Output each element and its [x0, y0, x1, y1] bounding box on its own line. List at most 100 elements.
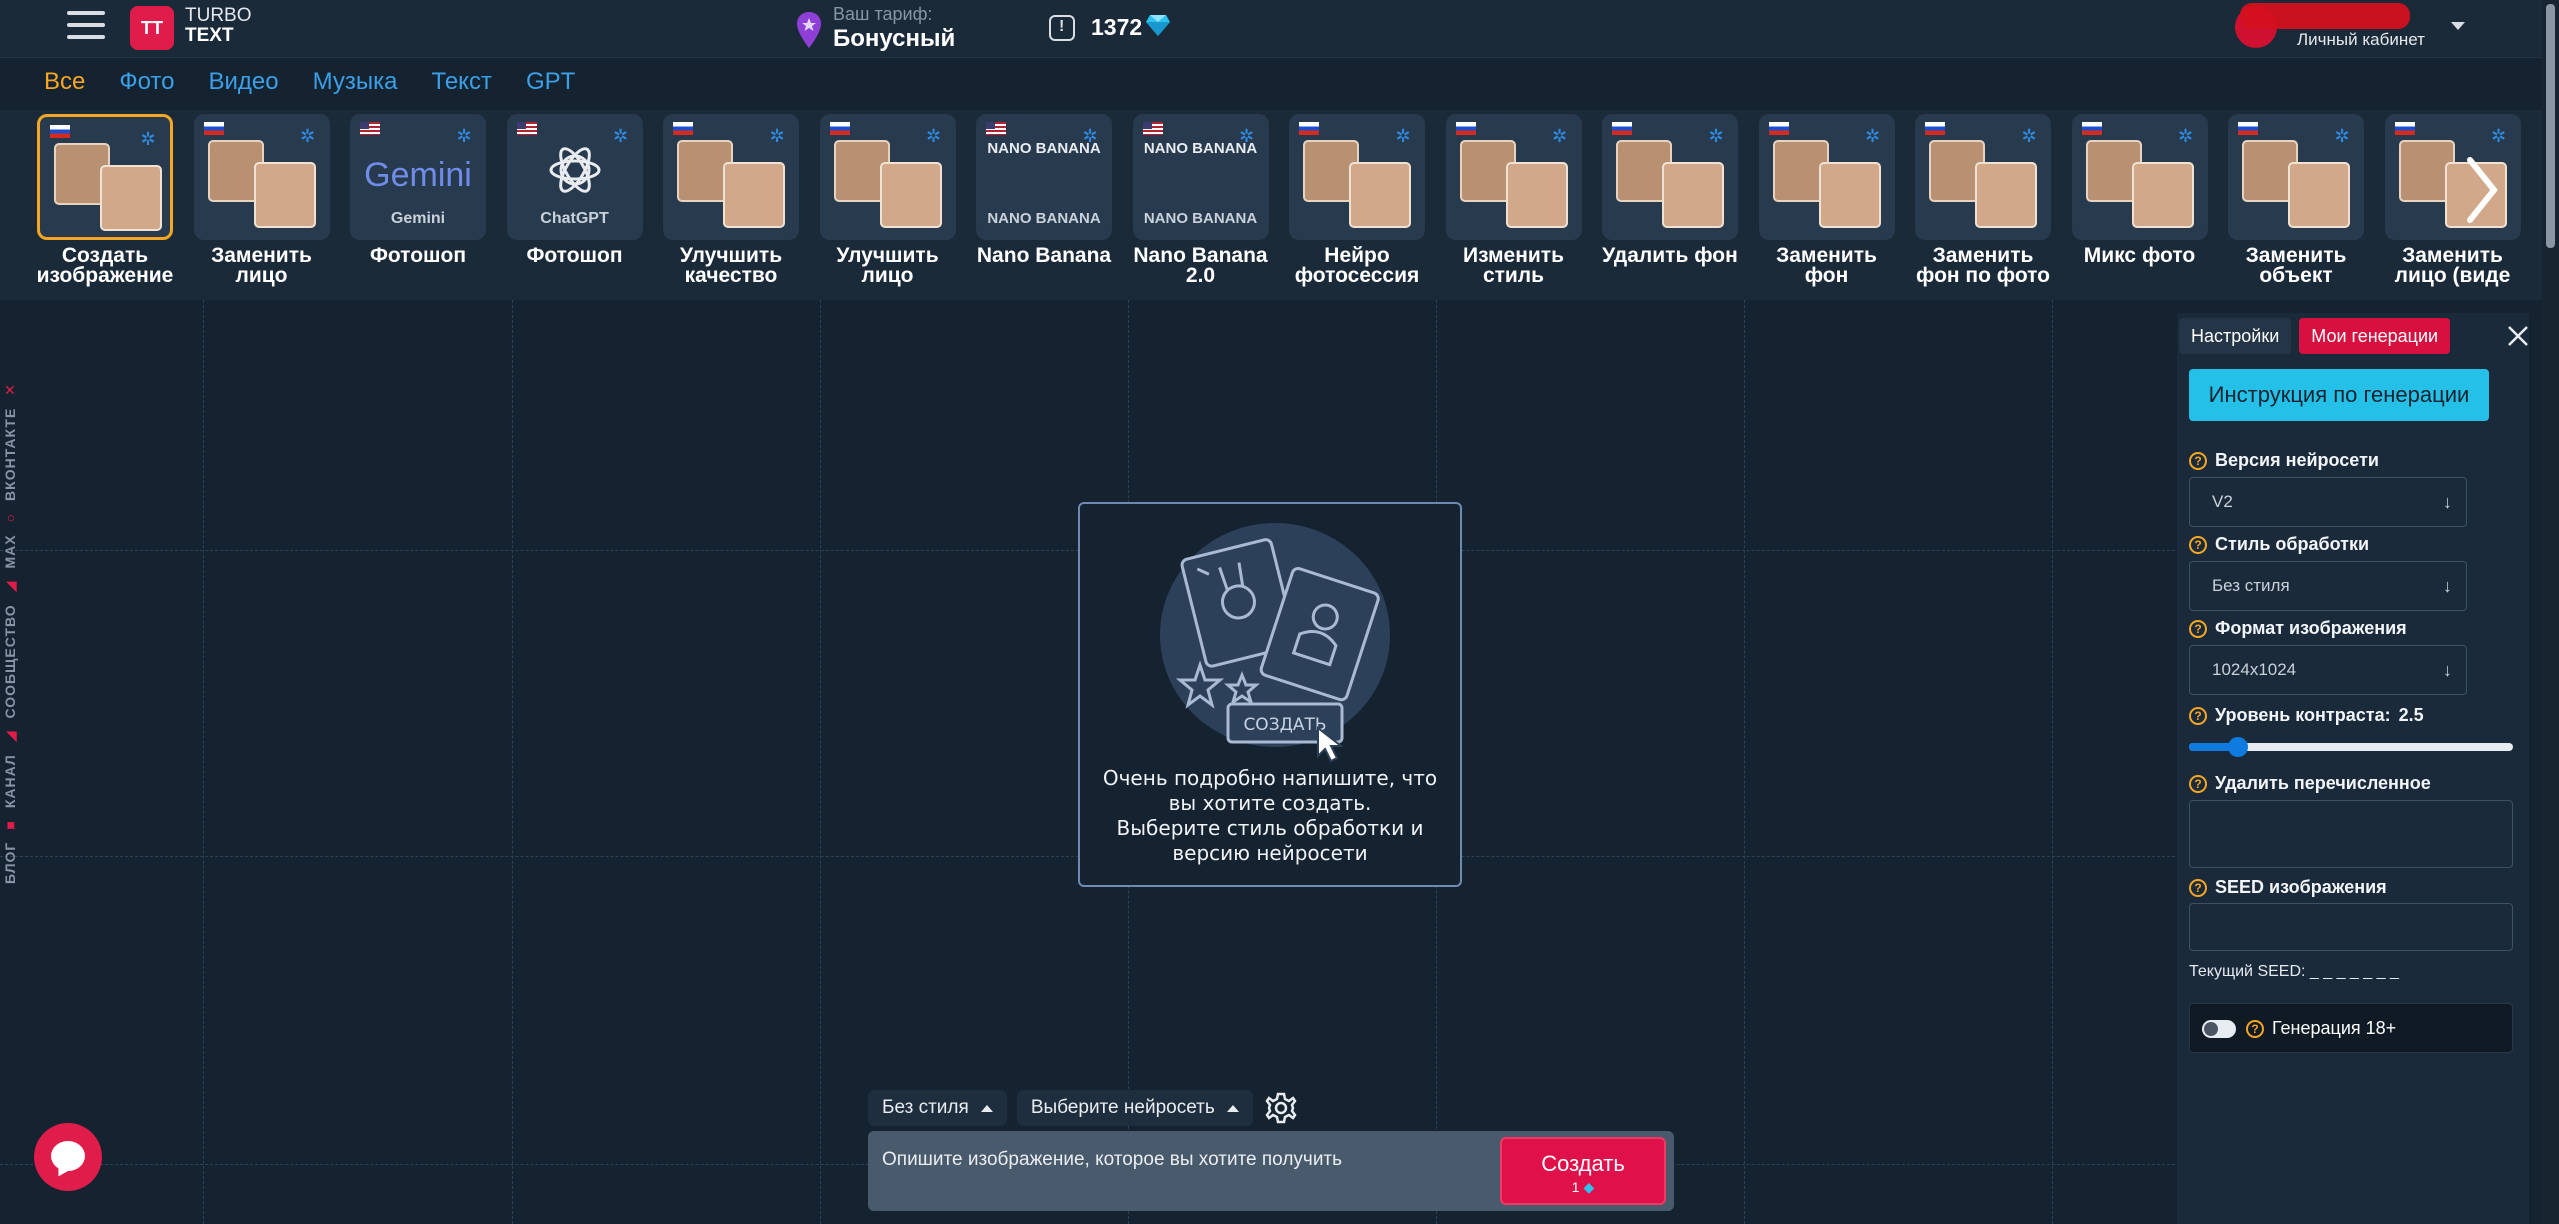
flag-ru-icon [2238, 122, 2258, 135]
side-link-max[interactable]: MAX [2, 534, 19, 568]
tool-thumbnail: ✲ [37, 114, 173, 240]
prompt-box: Создать 1 ◆ [868, 1131, 1674, 1211]
nsfw-label: Генерация 18+ [2272, 1018, 2397, 1038]
scrollbar-thumb[interactable] [2546, 4, 2555, 248]
top-bar: TT TURBO TEXT Ваш тариф: Бонусный 1372 Л… [0, 0, 2559, 58]
tool-card[interactable]: ✲ NANO BANANA NANO BANANA Nano Banana 2.0 [1126, 114, 1276, 286]
logo-text[interactable]: TURBO TEXT [185, 6, 252, 46]
seed-label: SEED изображения [2215, 877, 2387, 897]
version-value: V2 [2212, 492, 2233, 511]
cabinet-label[interactable]: Личный кабинет [2297, 30, 2425, 50]
instruction-button[interactable]: Инструкция по генерации [2189, 369, 2489, 421]
tool-card[interactable]: ✲ Заменить объект [2221, 114, 2371, 286]
slider-thumb[interactable] [2227, 737, 2248, 757]
tool-photo [723, 162, 785, 228]
tool-thumb-subtext: Gemini [390, 210, 446, 227]
tab-my-generations[interactable]: Мои генерации [2299, 318, 2451, 354]
chat-support-button[interactable] [34, 1123, 102, 1191]
tool-thumbnail: ✲ [1289, 114, 1425, 240]
tool-photo [2131, 162, 2194, 228]
tool-card[interactable]: ✲ Нейро фотосессия [1282, 114, 1432, 286]
tool-card[interactable]: ✲ Заменить лицо (виде [2378, 114, 2528, 286]
tool-photo [1505, 162, 1568, 228]
tool-thumbnail: ✲ NANO BANANA NANO BANANA [976, 114, 1112, 240]
menu-icon[interactable] [67, 11, 105, 43]
gear-icon[interactable] [1263, 1090, 1299, 1126]
panel-tabs: Настройки Мои генерации [2179, 318, 2451, 354]
tool-label: Nano Banana [976, 244, 1112, 267]
side-link-community[interactable]: СООБЩЕСТВО [2, 604, 19, 718]
sparkle-icon: ✲ [1708, 126, 1724, 146]
chevron-right-icon[interactable] [2462, 150, 2502, 230]
tab-all[interactable]: Все [44, 68, 85, 96]
chevron-down-icon[interactable] [2451, 22, 2465, 30]
tool-photo [1662, 162, 1724, 228]
close-icon[interactable] [2507, 325, 2529, 347]
info-icon[interactable] [1049, 15, 1075, 41]
flag-ru-icon [1768, 122, 1789, 135]
side-links: БЛОГ ■ КАНАЛ ◢ СООБЩЕСТВО ◢ MAX ○ ВКОНТАКТЕ ✕ [2, 383, 32, 884]
seed-input[interactable] [2189, 903, 2513, 951]
nsfw-toggle[interactable] [2202, 1020, 2236, 1038]
empty-line-1: Очень подробно напишите, что [1102, 766, 1438, 790]
tool-photo [253, 162, 316, 228]
tool-card[interactable]: ✲ Gemini Gemini Фотошоп [343, 114, 493, 266]
model-select[interactable]: Выберите нейросеть [1016, 1090, 1253, 1126]
style-select-panel[interactable]: Без стиля ↓ [2189, 561, 2467, 611]
tab-music[interactable]: Музыка [313, 68, 398, 96]
side-link-blog[interactable]: БЛОГ [2, 842, 19, 884]
tool-card[interactable]: ✲ ChatGPT Фотошоп [500, 114, 650, 266]
help-icon[interactable]: ? [2189, 774, 2207, 793]
flag-ru-icon [1455, 122, 1476, 135]
tab-settings[interactable]: Настройки [2179, 318, 2292, 354]
prompt-input[interactable] [882, 1145, 1482, 1175]
side-link-channel[interactable]: КАНАЛ [2, 754, 19, 808]
style-select-label: Без стиля [882, 1097, 969, 1118]
help-icon[interactable]: ? [2189, 535, 2207, 554]
tariff-label: Ваш тариф: [833, 4, 933, 24]
sparkle-icon: ✲ [1551, 126, 1568, 146]
grid-line [820, 300, 821, 1224]
tool-card[interactable]: ✲ Микс фото [2065, 114, 2215, 266]
tool-thumbnail: ✲ ChatGPT [506, 114, 643, 240]
empty-state-illustration: СОЗДАТЬ [1160, 523, 1390, 763]
tool-card[interactable]: ✲ Создать изображение [30, 114, 180, 286]
dot-icon: ○ [2, 512, 18, 523]
tool-photo [1818, 162, 1881, 228]
logo[interactable]: TT [130, 6, 174, 50]
tool-card[interactable]: ✲ Заменить лицо [187, 114, 337, 286]
contrast-value: 2.5 [2398, 705, 2424, 725]
help-icon[interactable]: ? [2246, 1019, 2264, 1038]
tool-card[interactable]: ✲ Удалить фон [1595, 114, 1745, 266]
side-link-vk[interactable]: ВКОНТАКТЕ [2, 408, 19, 501]
contrast-slider[interactable] [2189, 737, 2513, 757]
tool-card[interactable]: ✲ Улучшить качество [656, 114, 806, 286]
sparkle-icon: ✲ [140, 129, 156, 149]
tab-video[interactable]: Видео [209, 68, 279, 96]
create-button[interactable]: Создать 1 ◆ [1500, 1137, 1666, 1205]
format-select[interactable]: 1024x1024 ↓ [2189, 645, 2467, 695]
tool-thumbnail: ✲ [2228, 114, 2364, 240]
negative-prompt-field[interactable] [2189, 800, 2513, 868]
tool-card[interactable]: ✲ Улучшить лицо [813, 114, 963, 286]
help-icon[interactable]: ? [2189, 706, 2207, 725]
openai-logo-icon [549, 147, 600, 193]
version-select[interactable]: V2 ↓ [2189, 477, 2467, 527]
scrollbar[interactable] [2542, 0, 2559, 1224]
tab-gpt[interactable]: GPT [526, 68, 575, 96]
help-icon[interactable]: ? [2189, 619, 2207, 638]
tool-card[interactable]: ✲ NANO BANANA NANO BANANA Nano Banana [969, 114, 1119, 266]
tool-card[interactable]: ✲ Заменить фон по фото [1908, 114, 2058, 286]
help-icon[interactable]: ? [2189, 451, 2207, 470]
tab-text[interactable]: Текст [432, 68, 492, 96]
tool-thumb-text: NANO BANANA [987, 140, 1101, 157]
tool-thumbnail: ✲ [663, 114, 799, 240]
tariff-name[interactable]: Бонусный [833, 25, 955, 53]
tool-card[interactable]: ✲ Заменить фон [1752, 114, 1902, 286]
tool-label: Улучшить качество [679, 244, 783, 287]
tool-card[interactable]: ✲ Изменить стиль [1439, 114, 1589, 286]
tool-thumb-subtext: NANO BANANA [987, 210, 1101, 227]
tab-photo[interactable]: Фото [119, 68, 174, 96]
style-select[interactable]: Без стиля [868, 1090, 1007, 1126]
help-icon[interactable]: ? [2189, 878, 2207, 897]
